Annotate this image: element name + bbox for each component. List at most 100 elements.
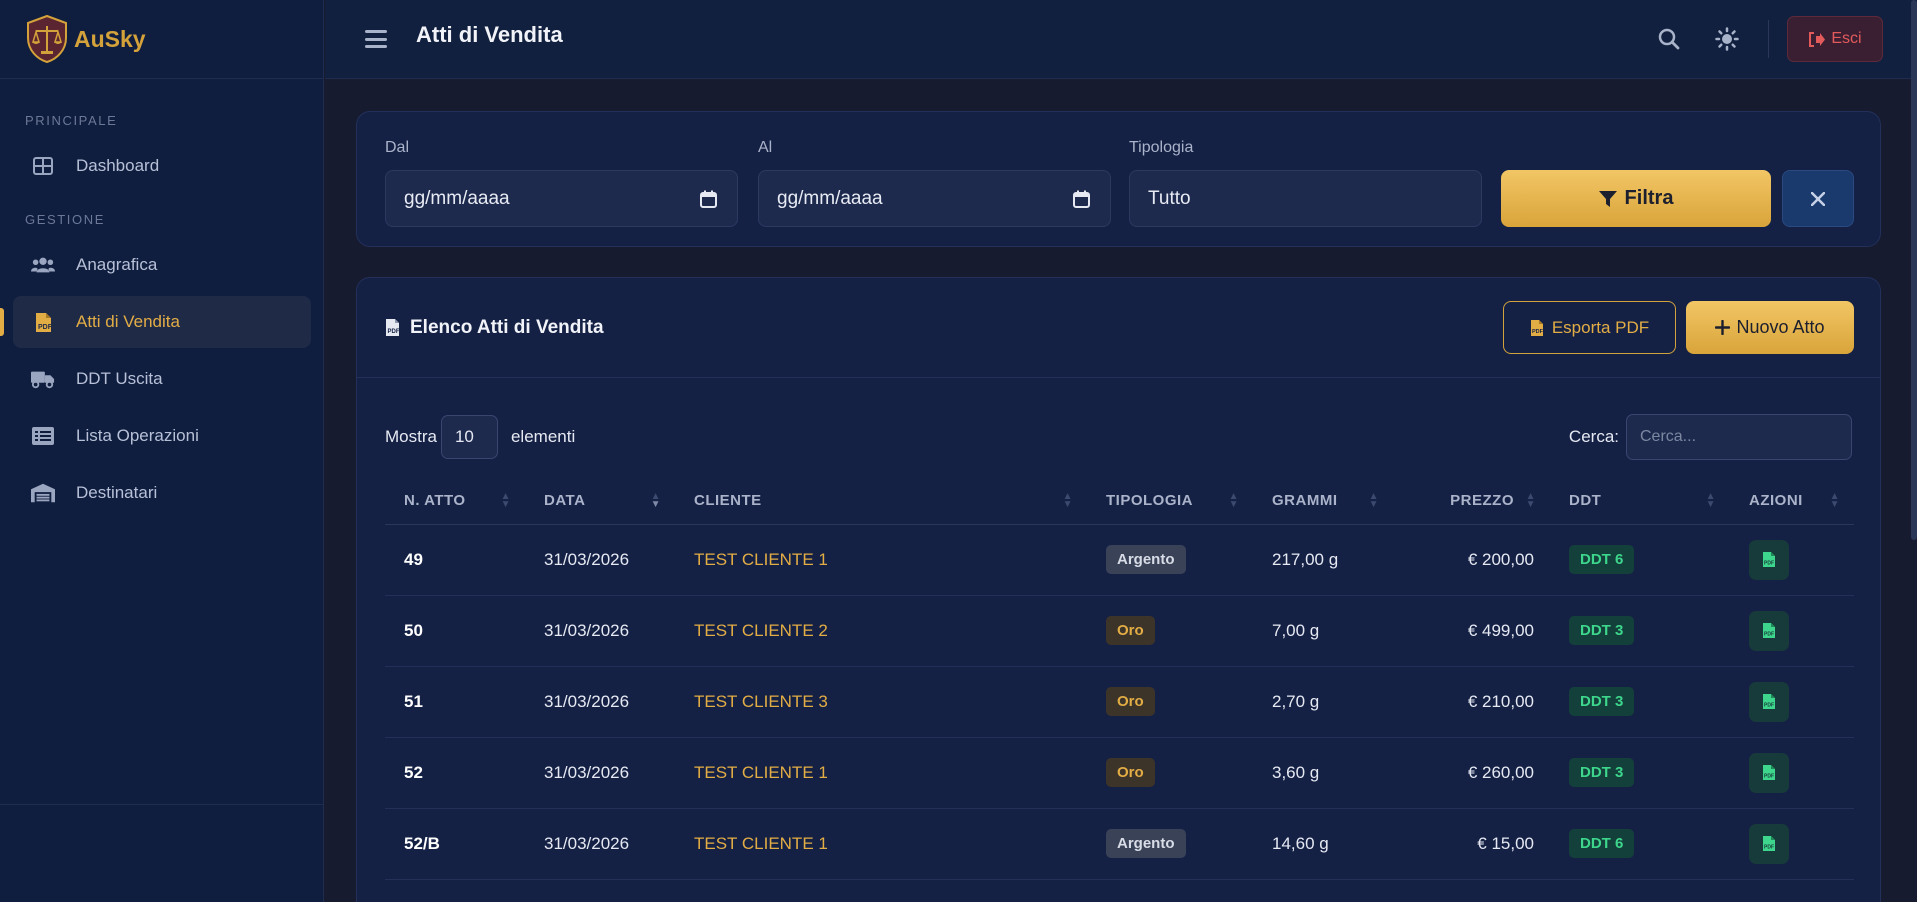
cell-data: 31/03/2026 <box>525 737 675 809</box>
column-header-data[interactable]: DATA ▲ ▼ <box>525 478 675 525</box>
from-date-value: gg/mm/aaaa <box>404 187 510 209</box>
cell-data: 31/03/2026 <box>525 808 675 880</box>
sort-desc-icon: ▲ ▼ <box>650 491 661 510</box>
sort-icon: ▲ ▼ <box>1705 491 1716 510</box>
column-header-grammi[interactable]: GRAMMI ▲ ▼ <box>1253 478 1393 525</box>
ddt-badge[interactable]: DDT 3 <box>1569 616 1635 645</box>
sidebar-item-atti-di-vendita[interactable]: PDF Atti di Vendita <box>0 296 311 348</box>
file-pdf-icon: PDF <box>1763 694 1775 709</box>
ddt-badge[interactable]: DDT 6 <box>1569 545 1635 574</box>
cell-ddt: DDT 6 <box>1550 524 1730 596</box>
sidebar-item-dashboard[interactable]: Dashboard <box>13 140 311 192</box>
search-label: Cerca: <box>1568 427 1619 446</box>
cell-ddt: DDT 3 <box>1550 666 1730 738</box>
column-header-prezzo[interactable]: PREZZO ▲ ▼ <box>1393 478 1550 525</box>
new-atto-button[interactable]: Nuovo Atto <box>1686 301 1854 354</box>
sidebar: AuSky PRINCIPALE Dashboard GESTIONE Anag… <box>0 0 324 902</box>
download-pdf-button[interactable]: PDF <box>1749 681 1789 722</box>
ddt-badge[interactable]: DDT 3 <box>1569 758 1635 787</box>
svg-text:PDF: PDF <box>1764 845 1774 851</box>
sidebar-item-ddt-uscita[interactable]: DDT Uscita <box>13 353 311 405</box>
cell-grammi: 217,00 g <box>1253 524 1393 596</box>
download-pdf-button[interactable]: PDF <box>1749 752 1789 793</box>
sidebar-item-destinatari[interactable]: Destinatari <box>13 467 311 519</box>
column-header-ddt[interactable]: DDT ▲ ▼ <box>1550 478 1730 525</box>
file-pdf-icon: PDF <box>1763 836 1775 851</box>
table-row: 49 31/03/2026 TEST CLIENTE 1 Argento 217… <box>385 524 1854 596</box>
cell-tipologia: Oro <box>1087 737 1253 809</box>
sidebar-item-label: Destinatari <box>76 483 158 502</box>
cell-prezzo: € 260,00 <box>1393 737 1550 809</box>
cell-cliente-link[interactable]: TEST CLIENTE 1 <box>675 524 1087 596</box>
column-header-azioni[interactable]: AZIONI ▲ ▼ <box>1730 478 1854 525</box>
dashboard-icon <box>31 155 55 177</box>
column-header-n-atto[interactable]: N. ATTO ▲ ▼ <box>385 478 525 525</box>
brand[interactable]: AuSky <box>0 0 323 79</box>
sidebar-divider <box>0 804 323 805</box>
calendar-icon[interactable] <box>700 190 717 208</box>
topbar-separator <box>1768 20 1769 58</box>
export-pdf-button[interactable]: PDF Esporta PDF <box>1503 301 1676 354</box>
svg-text:PDF: PDF <box>1764 703 1774 709</box>
cell-data: 31/03/2026 <box>525 595 675 667</box>
topbar: Atti di Vendita Esci <box>325 0 1917 79</box>
cell-prezzo: € 210,00 <box>1393 666 1550 738</box>
file-pdf-icon: PDF <box>1530 319 1543 336</box>
cell-cliente-link[interactable]: TEST CLIENTE 1 <box>675 808 1087 880</box>
svg-text:PDF: PDF <box>1764 632 1774 638</box>
ddt-badge[interactable]: DDT 6 <box>1569 829 1635 858</box>
menu-toggle-icon[interactable] <box>365 30 387 48</box>
search-icon[interactable] <box>1654 24 1684 54</box>
sidebar-item-label: Anagrafica <box>76 255 158 274</box>
users-icon <box>31 254 55 276</box>
tipologia-badge: Oro <box>1106 758 1155 787</box>
to-date-input[interactable]: gg/mm/aaaa <box>758 170 1111 227</box>
sort-icon: ▲ ▼ <box>500 491 511 510</box>
funnel-icon <box>1598 190 1617 207</box>
cell-grammi: 14,60 g <box>1253 808 1393 880</box>
column-header-cliente[interactable]: CLIENTE ▲ ▼ <box>675 478 1087 525</box>
cell-azioni: PDF <box>1730 524 1854 596</box>
plus-icon <box>1715 320 1731 335</box>
atti-table: N. ATTO ▲ ▼ DATA ▲ ▼ CLIENTE ▲ ▼ TIPOLOGIA ▲ ▼ G… <box>385 478 1854 880</box>
download-pdf-button[interactable]: PDF <box>1749 539 1789 580</box>
exit-button[interactable]: Esci <box>1787 16 1883 62</box>
brand-name: AuSky <box>74 25 146 52</box>
cell-cliente-link[interactable]: TEST CLIENTE 3 <box>675 666 1087 738</box>
download-pdf-button[interactable]: PDF <box>1749 823 1789 864</box>
ddt-badge[interactable]: DDT 3 <box>1569 687 1635 716</box>
cell-grammi: 2,70 g <box>1253 666 1393 738</box>
page-length-select[interactable]: 10 <box>440 415 498 459</box>
warehouse-icon <box>31 482 55 504</box>
truck-icon <box>31 368 55 390</box>
sidebar-item-lista-operazioni[interactable]: Lista Operazioni <box>13 410 311 462</box>
sidebar-item-label: DDT Uscita <box>76 369 163 388</box>
page-scrollbar[interactable] <box>1911 0 1917 540</box>
tipologia-badge: Oro <box>1106 616 1155 645</box>
cell-ddt: DDT 6 <box>1550 808 1730 880</box>
clear-filter-button[interactable] <box>1782 170 1854 227</box>
column-header-tipologia[interactable]: TIPOLOGIA ▲ ▼ <box>1087 478 1253 525</box>
download-pdf-button[interactable]: PDF <box>1749 610 1789 651</box>
cell-cliente-link[interactable]: TEST CLIENTE 2 <box>675 595 1087 667</box>
filter-button-label: Filtra <box>1624 187 1674 209</box>
table-row: 51 31/03/2026 TEST CLIENTE 3 Oro 2,70 g … <box>385 666 1854 738</box>
sidebar-item-anagrafica[interactable]: Anagrafica <box>13 239 311 291</box>
filter-button[interactable]: Filtra <box>1501 170 1771 227</box>
type-select[interactable]: Tutto <box>1129 170 1482 227</box>
theme-sun-icon[interactable] <box>1712 24 1742 54</box>
show-label: Mostra <box>385 427 437 446</box>
table-header-row: N. ATTO ▲ ▼ DATA ▲ ▼ CLIENTE ▲ ▼ TIPOLOGIA ▲ ▼ G… <box>385 478 1854 525</box>
cell-data: 31/03/2026 <box>525 666 675 738</box>
from-date-input[interactable]: gg/mm/aaaa <box>385 170 738 227</box>
cell-cliente-link[interactable]: TEST CLIENTE 1 <box>675 737 1087 809</box>
top-actions: Esci <box>1626 16 1883 62</box>
table-search-input[interactable] <box>1626 414 1852 460</box>
tipologia-badge: Argento <box>1106 545 1186 574</box>
file-pdf-icon: PDF <box>1763 765 1775 780</box>
svg-text:PDF: PDF <box>1764 561 1774 567</box>
calendar-icon[interactable] <box>1073 190 1090 208</box>
filter-card: Dal gg/mm/aaaa Al gg/mm/aaaa Tipologia T… <box>356 111 1881 247</box>
page-length-control: Mostra 10 elementi <box>385 414 575 460</box>
page-title: Atti di Vendita <box>416 22 563 47</box>
